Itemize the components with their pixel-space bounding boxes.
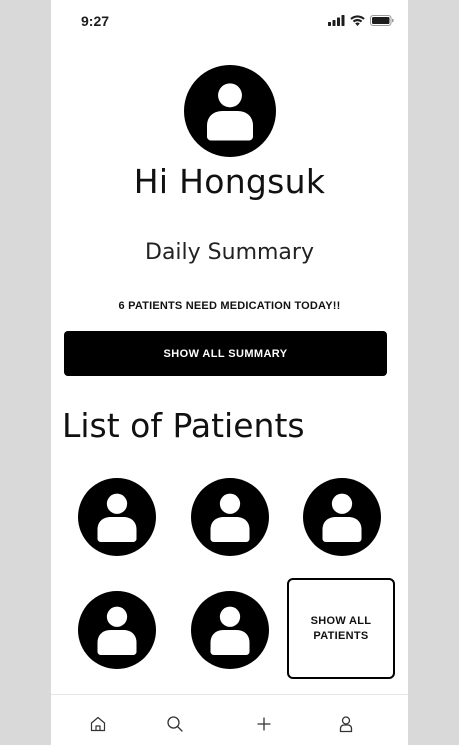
battery-icon — [370, 15, 394, 26]
greeting-heading: Hi Hongsuk — [133, 162, 326, 201]
medication-alert: 6 PATIENTS NEED MEDICATION TODAY!! — [118, 300, 341, 312]
patient-avatar-icon[interactable] — [78, 478, 156, 556]
plus-icon[interactable] — [255, 715, 273, 733]
status-time: 9:27 — [81, 13, 110, 29]
status-icons — [328, 15, 394, 26]
patient-avatar-icon[interactable] — [191, 591, 269, 669]
patient-avatar-icon[interactable] — [191, 478, 269, 556]
home-icon[interactable] — [89, 715, 107, 733]
cellular-signal-icon — [328, 15, 345, 26]
app-screen: 9:27 Hi Hongsuk Daily Summary 6 PATIENTS… — [51, 0, 408, 745]
wifi-icon — [350, 15, 365, 26]
show-all-patients-button[interactable]: SHOW ALL PATIENTS — [287, 578, 395, 679]
patient-avatar-icon[interactable] — [303, 478, 381, 556]
show-all-summary-button[interactable]: SHOW ALL SUMMARY — [64, 331, 387, 376]
patient-avatar-icon[interactable] — [78, 591, 156, 669]
user-avatar-icon — [184, 65, 276, 157]
daily-summary-title: Daily Summary — [145, 240, 314, 265]
profile-icon[interactable] — [337, 715, 355, 733]
patients-section-title: List of Patients — [62, 406, 305, 445]
search-icon[interactable] — [166, 715, 184, 733]
bottom-nav — [51, 694, 408, 745]
